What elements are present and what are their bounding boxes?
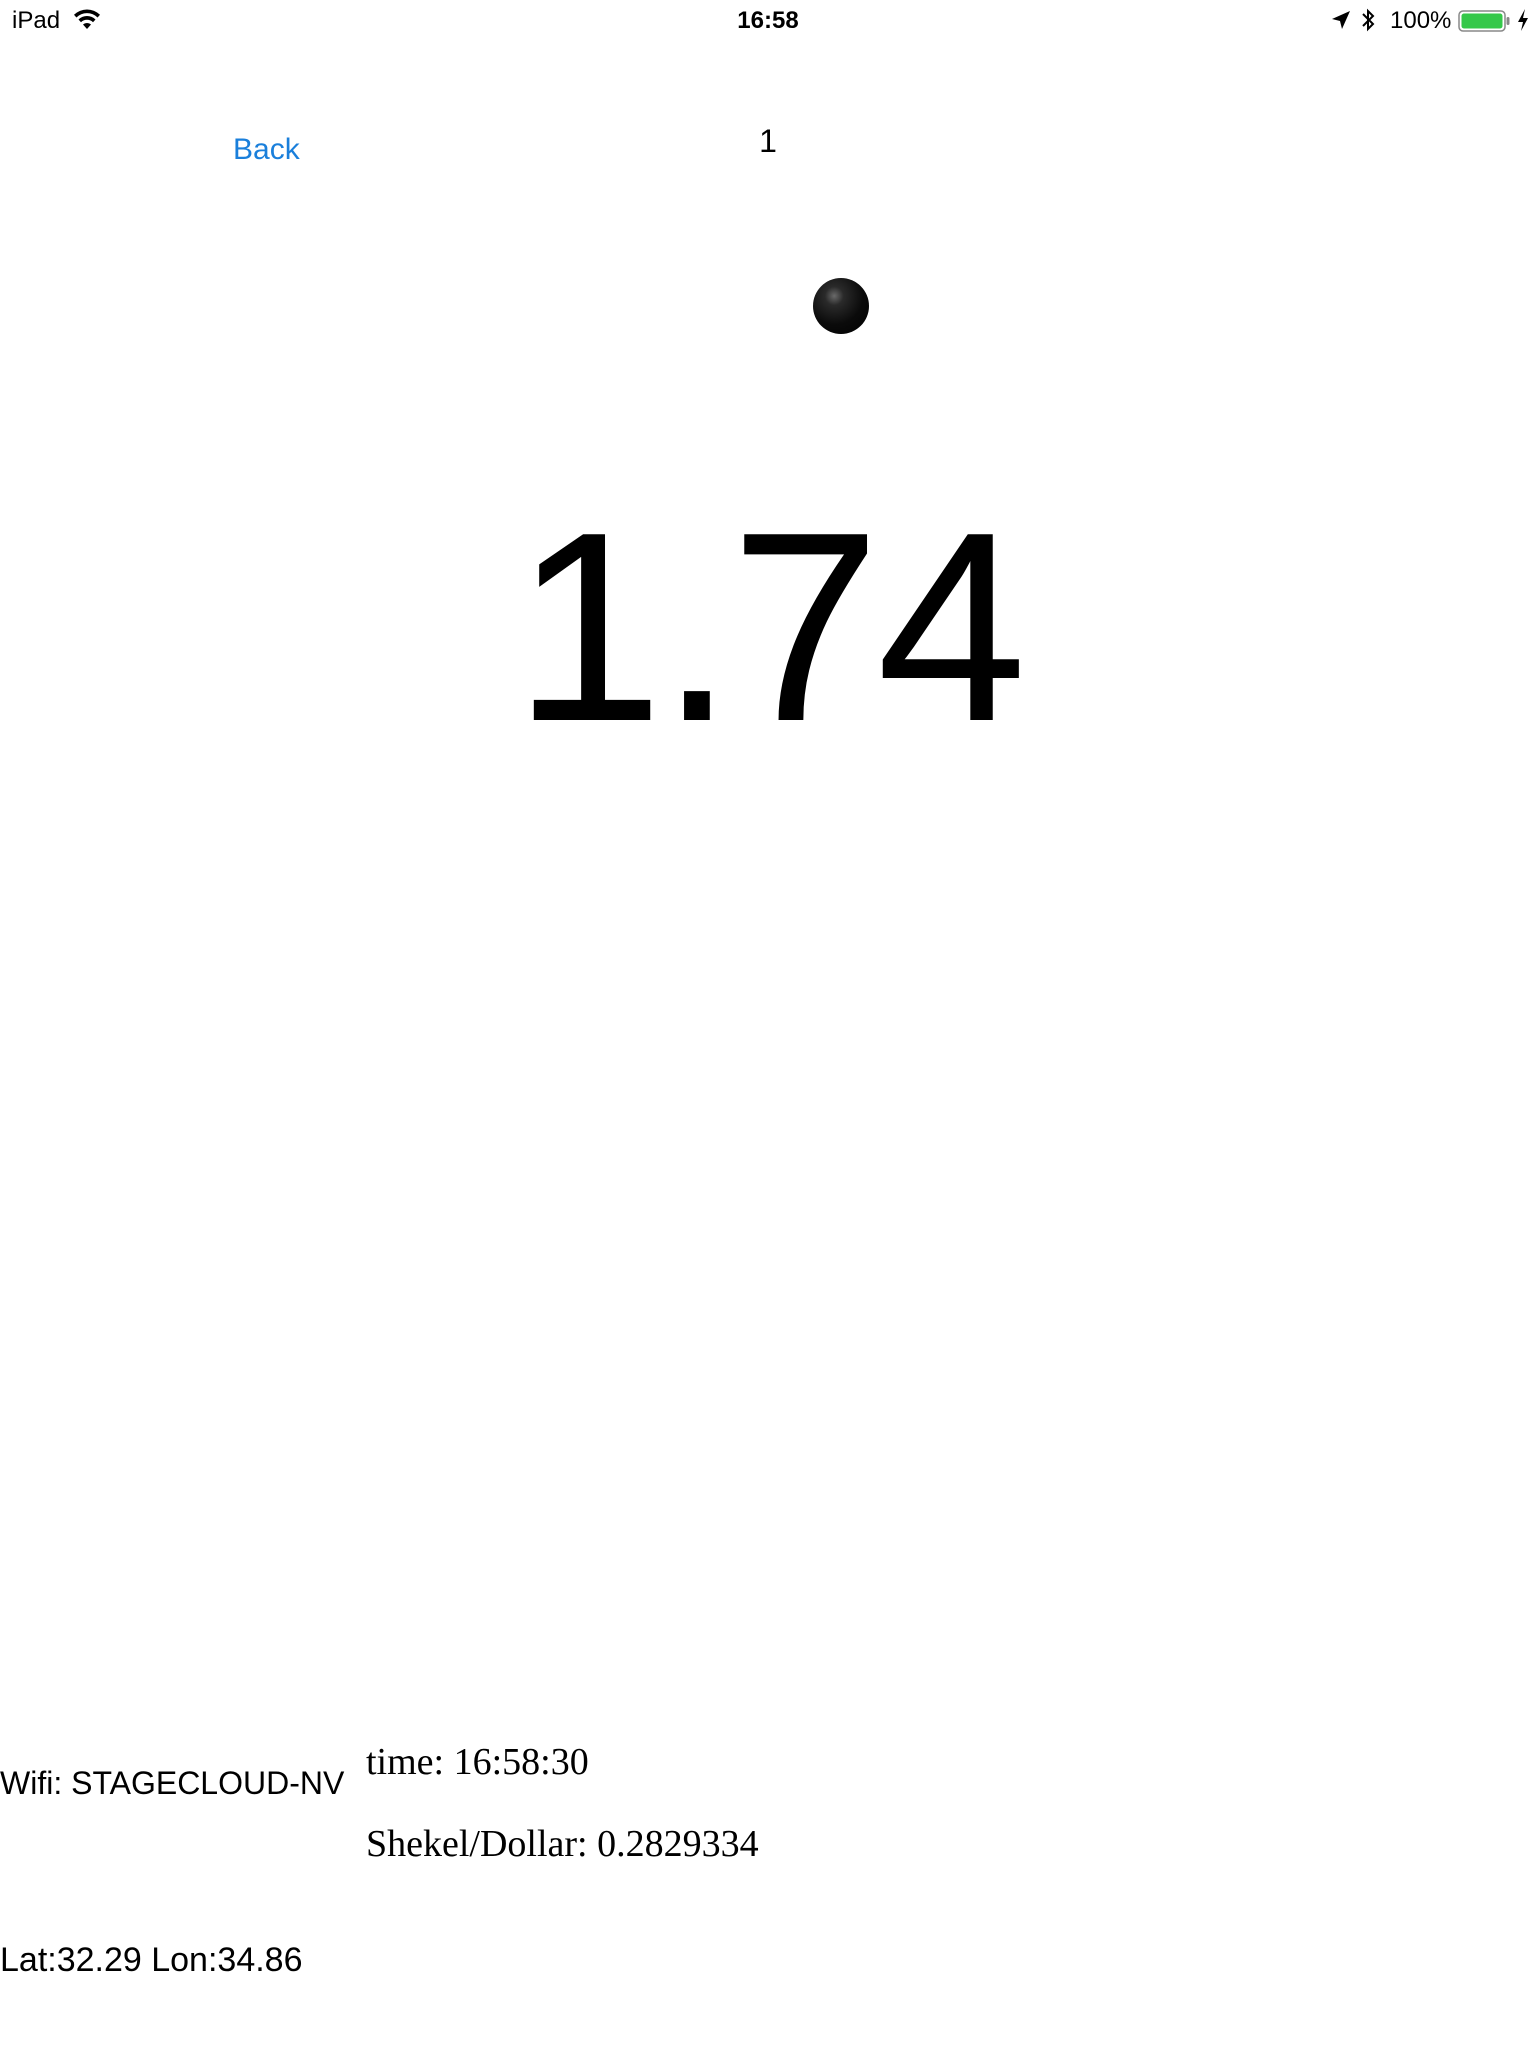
ball-indicator	[813, 278, 869, 334]
coordinates-label: Lat:32.29 Lon:34.86	[0, 1941, 303, 1979]
bluetooth-icon	[1360, 7, 1376, 33]
location-arrow-icon	[1330, 9, 1352, 31]
time-label: time: 16:58:30	[366, 1741, 589, 1783]
status-bar: iPad 16:58 100%	[0, 0, 1536, 40]
status-time: 16:58	[737, 7, 799, 34]
battery-icon	[1458, 9, 1512, 33]
wifi-network-label: Wifi: STAGECLOUD-NV	[0, 1765, 345, 1801]
battery-percent: 100%	[1390, 7, 1452, 34]
page-title: 1	[759, 123, 777, 159]
charging-bolt-icon	[1516, 8, 1530, 32]
exchange-rate-label: Shekel/Dollar: 0.2829334	[366, 1823, 759, 1865]
main-value: 1.74	[513, 477, 1027, 778]
